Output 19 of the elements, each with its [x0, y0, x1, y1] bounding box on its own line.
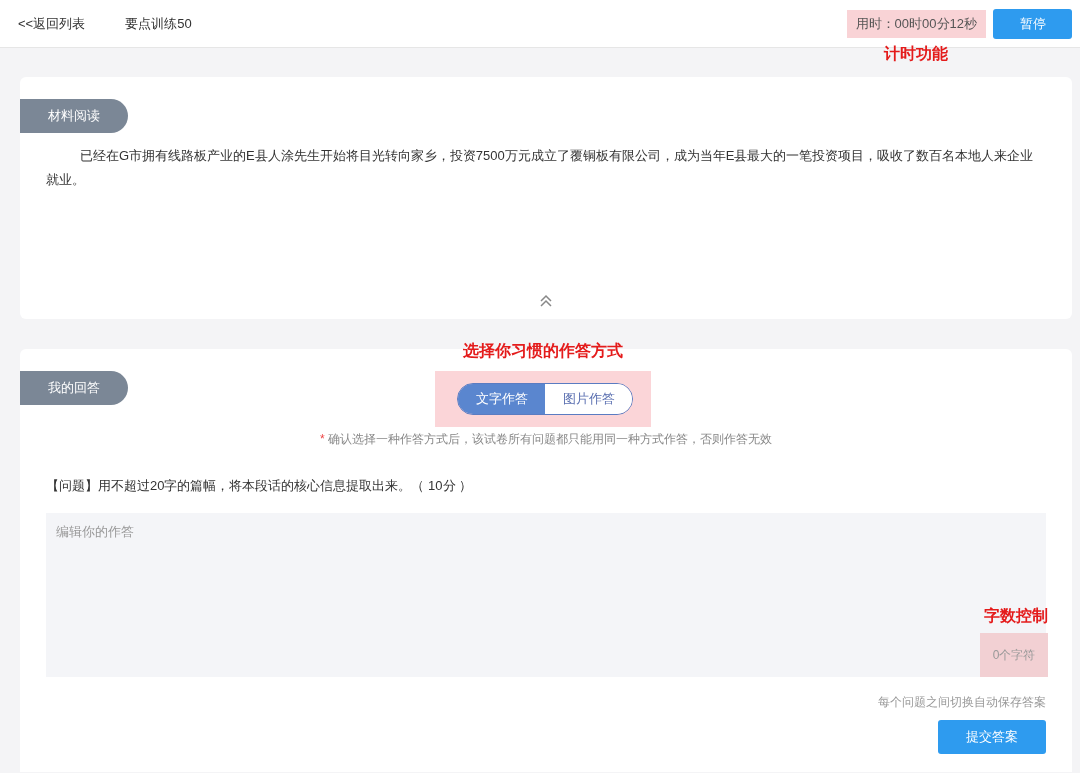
annotation-label: 计时功能: [884, 43, 949, 64]
collapse-icon[interactable]: [539, 294, 553, 308]
timer-text: 用时：00时00分12秒: [846, 9, 986, 38]
submit-button[interactable]: 提交答案: [938, 720, 1046, 754]
question-text: 【问题】用不超过20字的篇幅，将本段话的核心信息提取出来。（ 10分 ）: [46, 478, 474, 494]
section-label: 材料阅读: [20, 99, 128, 133]
required-mark: *: [320, 432, 325, 446]
annotation-label: 字数控制: [984, 606, 1048, 626]
back-link[interactable]: <<返回列表: [18, 14, 86, 33]
character-count: 0个字符: [980, 633, 1048, 677]
section-label: 我的回答: [20, 371, 128, 405]
page-title: 要点训练50: [125, 14, 192, 33]
mode-tab[interactable]: 文字作答: [458, 384, 545, 414]
autosave-note: 每个问题之间切换自动保存答案: [877, 694, 1046, 710]
mode-tab[interactable]: 图片作答: [545, 384, 632, 414]
notice-text: 确认选择一种作答方式后，该试卷所有问题都只能用同一种方式作答，否则作答无效: [328, 432, 772, 446]
pause-button[interactable]: 暂停: [993, 8, 1072, 39]
annotation-label: 选择你习惯的作答方式: [463, 341, 623, 361]
material-text: 已经在G市拥有线路板产业的E县人涂先生开始将目光转向家乡，投资7500万元成立了覆铜板有限公司，成为当年E县最大的一笔投资项目，吸收了数百名本地人来企业就业。: [46, 147, 1035, 189]
